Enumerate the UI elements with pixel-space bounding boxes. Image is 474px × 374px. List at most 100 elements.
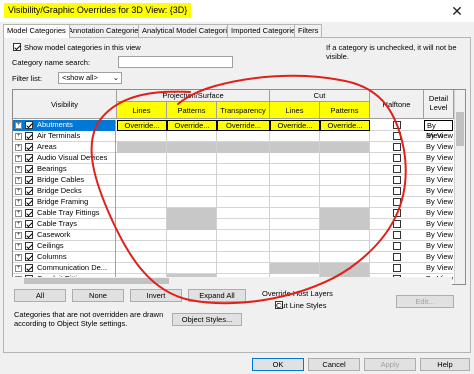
override-cell[interactable]: [320, 241, 370, 252]
expand-icon[interactable]: +: [15, 210, 22, 217]
override-cell[interactable]: [217, 230, 270, 241]
ok-button[interactable]: OK: [252, 358, 304, 371]
override-cell[interactable]: [167, 252, 217, 263]
table-row[interactable]: + Air Terminals By View: [13, 131, 453, 142]
tab-imported-categories[interactable]: Imported Categories: [227, 24, 303, 37]
override-cell[interactable]: [270, 219, 320, 230]
row-name-cell[interactable]: + Audio Visual Devices: [13, 153, 116, 164]
row-name-cell[interactable]: + Bearings: [13, 164, 116, 175]
halftone-checkbox[interactable]: [393, 143, 401, 151]
override-cell[interactable]: [117, 153, 167, 164]
detail-level-cell[interactable]: By View: [424, 142, 453, 153]
row-visibility-checkbox[interactable]: [25, 220, 33, 228]
categories-grid[interactable]: Visibility Projection/Surface Cut Halfto…: [12, 89, 466, 285]
halftone-checkbox[interactable]: [393, 231, 401, 239]
table-row[interactable]: + Bridge Framing By View: [13, 197, 453, 208]
halftone-checkbox[interactable]: [393, 132, 401, 140]
detail-level-cell[interactable]: By View: [424, 241, 453, 252]
row-visibility-checkbox[interactable]: [25, 209, 33, 217]
override-cell[interactable]: [117, 263, 167, 274]
tab-annotation-categories[interactable]: Annotation Categories: [64, 24, 147, 37]
override-cell[interactable]: [117, 186, 167, 197]
invert-button[interactable]: Invert: [130, 289, 182, 302]
row-visibility-checkbox[interactable]: [25, 165, 33, 173]
halftone-checkbox[interactable]: [393, 242, 401, 250]
row-name-cell[interactable]: + Areas: [13, 142, 116, 153]
category-search-input[interactable]: [118, 56, 233, 68]
tab-filters[interactable]: Filters: [294, 24, 323, 37]
override-cell[interactable]: [167, 153, 217, 164]
table-row[interactable]: + Cable Tray Fittings By View: [13, 208, 453, 219]
override-cell[interactable]: [270, 241, 320, 252]
override-cell[interactable]: [167, 131, 217, 142]
table-row[interactable]: + Audio Visual Devices By View: [13, 153, 453, 164]
override-cell[interactable]: [217, 197, 270, 208]
override-cell[interactable]: [320, 131, 370, 142]
horizontal-scrollbar[interactable]: [12, 277, 452, 285]
table-row[interactable]: + Casework By View: [13, 230, 453, 241]
override-cell[interactable]: [270, 230, 320, 241]
override-cell[interactable]: [117, 230, 167, 241]
visibility-header[interactable]: Visibility: [13, 90, 117, 119]
cancel-button[interactable]: Cancel: [308, 358, 360, 371]
halftone-checkbox[interactable]: [393, 165, 401, 173]
override-cell[interactable]: [270, 175, 320, 186]
detail-level-cell[interactable]: By View: [424, 208, 453, 219]
override-cell[interactable]: [117, 252, 167, 263]
override-cell[interactable]: [117, 164, 167, 175]
expand-icon[interactable]: +: [15, 155, 22, 162]
override-cell[interactable]: [167, 219, 217, 230]
expand-icon[interactable]: +: [15, 122, 22, 129]
override-cell[interactable]: [117, 197, 167, 208]
override-cell[interactable]: [117, 142, 167, 153]
override-cell[interactable]: [270, 153, 320, 164]
override-cell[interactable]: [270, 252, 320, 263]
row-visibility-checkbox[interactable]: [25, 154, 33, 162]
override-cell[interactable]: [320, 208, 370, 219]
override-cell[interactable]: [167, 197, 217, 208]
row-name-cell[interactable]: + Bridge Decks: [13, 186, 116, 197]
expand-icon[interactable]: +: [15, 177, 22, 184]
expand-icon[interactable]: +: [15, 221, 22, 228]
override-cell[interactable]: [270, 131, 320, 142]
table-row[interactable]: + Communication De... By View: [13, 263, 453, 274]
override-cell[interactable]: [217, 131, 270, 142]
detail-level-cell[interactable]: By View: [424, 219, 453, 230]
override-cell[interactable]: [167, 241, 217, 252]
vertical-scrollbar[interactable]: [454, 90, 465, 284]
override-cell[interactable]: [320, 153, 370, 164]
override-cell[interactable]: [320, 164, 370, 175]
override-cell[interactable]: [117, 175, 167, 186]
row-name-cell[interactable]: + Columns: [13, 252, 116, 263]
halftone-checkbox[interactable]: [393, 198, 401, 206]
halftone-checkbox[interactable]: [393, 220, 401, 228]
transparency-header[interactable]: Transparency: [217, 102, 270, 119]
override-cell[interactable]: [117, 241, 167, 252]
tab-model-categories[interactable]: Model Categories: [3, 24, 70, 38]
detail-level-cell[interactable]: By View: [424, 252, 453, 263]
override-cell[interactable]: [270, 186, 320, 197]
vertical-scroll-thumb[interactable]: [456, 112, 464, 146]
override-cell[interactable]: [320, 197, 370, 208]
override-cell[interactable]: [167, 186, 217, 197]
expand-icon[interactable]: +: [15, 144, 22, 151]
row-visibility-checkbox[interactable]: [25, 121, 33, 129]
detail-level-cell[interactable]: By View: [424, 153, 453, 164]
row-visibility-checkbox[interactable]: [25, 253, 33, 261]
lines-header[interactable]: Lines: [117, 102, 167, 119]
override-cell[interactable]: [270, 142, 320, 153]
cut-lines-header[interactable]: Lines: [270, 102, 320, 119]
expand-icon[interactable]: +: [15, 265, 22, 272]
table-row[interactable]: + Bridge Cables By View: [13, 175, 453, 186]
override-cell[interactable]: [270, 208, 320, 219]
cut-patterns-header[interactable]: Patterns: [320, 102, 370, 119]
filter-list-select[interactable]: <show all> ⌄: [58, 72, 122, 84]
row-name-cell[interactable]: + Cable Trays: [13, 219, 116, 230]
row-name-cell[interactable]: + Abutments: [13, 120, 116, 131]
override-cell[interactable]: [320, 263, 370, 274]
expand-icon[interactable]: +: [15, 243, 22, 250]
override-cell[interactable]: [217, 263, 270, 274]
override-button[interactable]: Override...: [217, 120, 270, 131]
override-cell[interactable]: [117, 219, 167, 230]
override-cell[interactable]: [320, 175, 370, 186]
